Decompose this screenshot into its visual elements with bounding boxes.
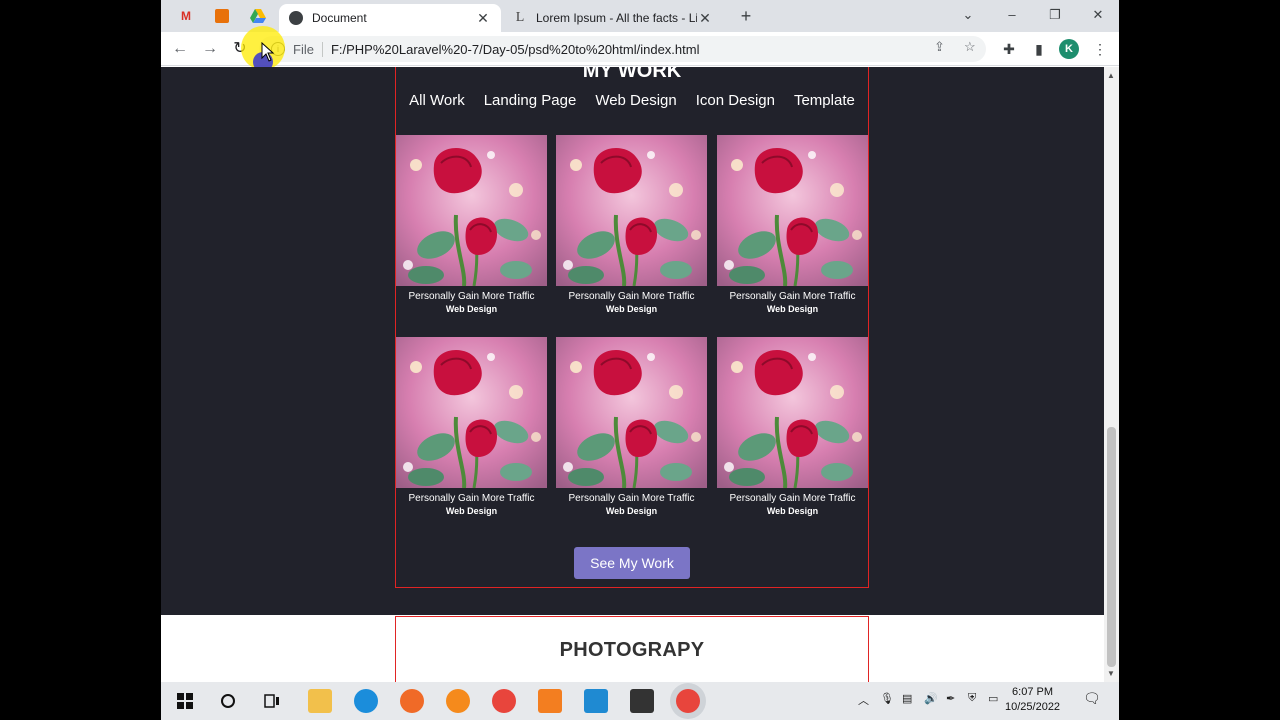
side-panel-icon[interactable]: ▮ [1030, 40, 1048, 58]
edge-icon[interactable] [354, 689, 378, 713]
tab-title: Document [312, 11, 367, 25]
card-title: Personally Gain More Traffic [568, 493, 695, 504]
new-tab-icon[interactable]: + [735, 6, 757, 26]
chrome-icon[interactable] [492, 689, 516, 713]
minimize-icon[interactable]: – [997, 4, 1027, 26]
scrollbar-thumb[interactable] [1107, 427, 1116, 667]
card-category: Web Design [445, 304, 498, 314]
notifications-icon[interactable]: 🗨 [1083, 690, 1101, 707]
rose-image [717, 135, 868, 286]
globe-icon [289, 11, 303, 25]
card-category: Web Design [766, 506, 819, 516]
share-icon[interactable]: ⇪ [934, 39, 945, 55]
extensions-icon[interactable]: ✚ [1000, 40, 1018, 58]
rose-image [396, 337, 547, 488]
card-title: Personally Gain More Traffic [729, 493, 856, 504]
chevron-down-icon[interactable]: ⌄ [953, 4, 983, 26]
cursor-icon [261, 42, 275, 62]
vertical-scrollbar[interactable]: ▲ ▼ [1104, 67, 1119, 682]
tab-title: Lorem Ipsum - All the facts - Lip [536, 11, 697, 25]
card-title: Personally Gain More Traffic [729, 291, 856, 302]
photography-box: PHOTOGRAPY [395, 616, 869, 682]
card-category: Web Design [445, 506, 498, 516]
rose-image [556, 135, 707, 286]
gmail-pinned-tab[interactable]: M [173, 6, 199, 26]
file-explorer-icon[interactable] [308, 689, 332, 713]
task-view-icon[interactable] [260, 689, 284, 713]
pen-icon[interactable]: ✒ [946, 692, 955, 705]
menu-icon[interactable]: ⋮ [1091, 40, 1109, 58]
see-my-work-button[interactable]: See My Work [574, 547, 690, 579]
chrome-active-icon[interactable] [676, 689, 700, 713]
tab-lorem-ipsum[interactable]: L Lorem Ipsum - All the facts - Lip ✕ [503, 4, 723, 32]
rose-image [556, 337, 707, 488]
search-icon[interactable] [216, 689, 240, 713]
back-icon[interactable]: ← [169, 38, 191, 60]
card-title: Personally Gain More Traffic [408, 291, 535, 302]
portfolio-card[interactable]: Personally Gain More Traffic Web Design [717, 135, 868, 315]
section-title: MY WORK [582, 67, 682, 82]
browser-window: M Document ✕ L Lorem Ipsum - All the fac… [161, 0, 1119, 682]
tab-strip: M Document ✕ L Lorem Ipsum - All the fac… [161, 0, 1119, 32]
volume-icon[interactable]: 🔊 [924, 692, 938, 705]
filter-icon-design[interactable]: Icon Design [696, 91, 775, 111]
toolbar: ← → ↻ i File F:/PHP%20Laravel%20-7/Day-0… [161, 32, 1119, 66]
contacts-pinned-tab[interactable] [209, 6, 235, 26]
screen: M Document ✕ L Lorem Ipsum - All the fac… [0, 0, 1280, 720]
windows-taskbar: ︿ 🎙 ▤ 🔊 ✒ ⛨ ▭ 6:07 PM 10/25/2022 🗨 [161, 682, 1119, 720]
scheme-label: File [293, 41, 323, 57]
portfolio-card[interactable]: Personally Gain More Traffic Web Design [556, 337, 707, 517]
restore-icon[interactable]: ❐ [1040, 4, 1070, 26]
card-title: Personally Gain More Traffic [408, 493, 535, 504]
clock-date: 10/25/2022 [1005, 701, 1061, 713]
my-work-section: MY WORK All Work Landing Page Web Design… [395, 67, 869, 588]
avatar[interactable]: K [1059, 39, 1079, 59]
card-title: Personally Gain More Traffic [568, 291, 695, 302]
page-viewport: MY WORK All Work Landing Page Web Design… [161, 67, 1104, 682]
vscode-icon[interactable] [584, 689, 608, 713]
clock-time: 6:07 PM [1012, 686, 1054, 698]
address-bar[interactable]: i File F:/PHP%20Laravel%20-7/Day-05/psd%… [259, 36, 986, 62]
microphone-icon[interactable]: 🎙 [880, 692, 894, 705]
rose-image [396, 135, 547, 286]
star-icon[interactable]: ☆ [964, 39, 976, 55]
forward-icon[interactable]: → [199, 38, 221, 60]
lipsum-favicon-icon: L [515, 10, 525, 25]
firefox-icon[interactable] [446, 689, 470, 713]
filter-template[interactable]: Template [794, 91, 855, 111]
app-orange-icon[interactable] [400, 689, 424, 713]
card-category: Web Design [605, 304, 658, 314]
close-icon[interactable]: ✕ [475, 10, 491, 27]
portfolio-card[interactable]: Personally Gain More Traffic Web Design [396, 337, 547, 517]
filter-web-design[interactable]: Web Design [595, 91, 676, 111]
display-icon[interactable]: ▭ [988, 692, 998, 705]
sublime-text-icon[interactable] [630, 689, 654, 713]
scroll-down-icon[interactable]: ▼ [1107, 669, 1115, 678]
security-icon[interactable]: ⛨ [968, 692, 976, 705]
card-category: Web Design [605, 506, 658, 516]
scroll-up-icon[interactable]: ▲ [1107, 71, 1115, 80]
drive-pinned-tab[interactable] [245, 6, 271, 26]
photography-section: PHOTOGRAPY [161, 615, 1104, 682]
rose-image [717, 337, 868, 488]
work-filter-nav: All Work Landing Page Web Design Icon De… [396, 91, 868, 111]
taskbar-clock[interactable]: 6:07 PM 10/25/2022 [1005, 685, 1060, 715]
portfolio-card[interactable]: Personally Gain More Traffic Web Design [556, 135, 707, 315]
close-window-icon[interactable]: ✕ [1083, 4, 1113, 26]
url-text[interactable]: F:/PHP%20Laravel%20-7/Day-05/psd%20to%20… [331, 42, 700, 57]
filter-all-work[interactable]: All Work [409, 91, 465, 111]
close-icon[interactable]: ✕ [697, 10, 713, 27]
tray-chevron-icon[interactable]: ︿ [858, 692, 869, 708]
tab-document[interactable]: Document ✕ [279, 4, 501, 32]
windows-start-icon[interactable] [173, 689, 197, 713]
network-icon[interactable]: ▤ [902, 692, 912, 705]
xampp-icon[interactable] [538, 689, 562, 713]
section-title: PHOTOGRAPY [559, 639, 705, 661]
portfolio-card[interactable]: Personally Gain More Traffic Web Design [396, 135, 547, 315]
card-category: Web Design [766, 304, 819, 314]
filter-landing-page[interactable]: Landing Page [484, 91, 577, 111]
portfolio-card[interactable]: Personally Gain More Traffic Web Design [717, 337, 868, 517]
